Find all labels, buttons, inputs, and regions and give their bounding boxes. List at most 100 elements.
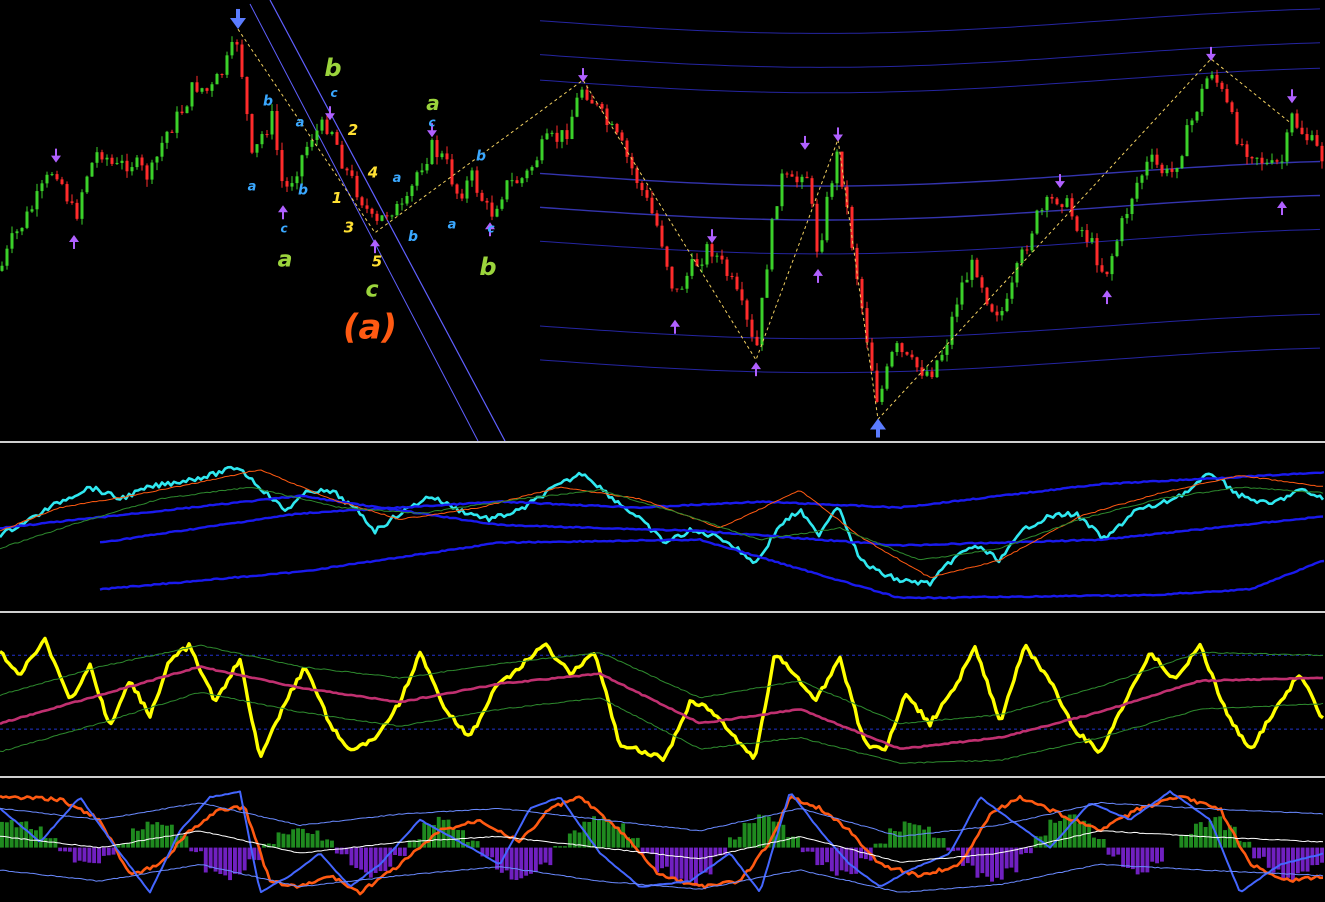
candle-body xyxy=(450,159,454,185)
candle-body xyxy=(225,55,229,75)
candle-body xyxy=(570,116,574,139)
candle-body xyxy=(360,197,364,206)
candle-body xyxy=(920,367,924,376)
envelope-band-line xyxy=(539,42,1321,68)
candle-body xyxy=(925,371,929,376)
histogram-bar xyxy=(1305,847,1310,872)
candle-body xyxy=(1240,143,1244,145)
candle-body xyxy=(585,89,589,100)
candle-body xyxy=(355,175,359,198)
candle-body xyxy=(1075,216,1079,231)
candle-body xyxy=(230,41,234,56)
histogram-bar xyxy=(897,831,902,848)
histogram-bar xyxy=(829,847,834,872)
histogram-bar xyxy=(228,847,232,881)
pane-separator[interactable] xyxy=(0,611,1325,613)
candle-body xyxy=(995,311,999,316)
histogram-bar xyxy=(485,847,490,857)
histogram-bar xyxy=(1155,847,1159,864)
histogram-bar xyxy=(1179,835,1184,848)
histogram-bar xyxy=(970,847,975,866)
candle-body xyxy=(510,180,514,182)
candle-body xyxy=(40,183,44,192)
candle-body xyxy=(130,167,134,172)
candle-body xyxy=(1035,210,1039,234)
candle-body xyxy=(1210,74,1214,79)
histogram-bar xyxy=(1130,847,1135,870)
candle-body xyxy=(890,352,894,367)
candle-body xyxy=(700,264,704,266)
candle-body xyxy=(45,174,49,184)
candle-body xyxy=(60,179,64,185)
candle-body xyxy=(85,176,89,193)
candle-body xyxy=(280,150,284,182)
candle-body xyxy=(1220,82,1224,89)
candle-body xyxy=(1205,78,1209,89)
envelope-band-line xyxy=(539,347,1321,374)
candle-body xyxy=(170,131,174,133)
histogram-bar xyxy=(77,847,82,861)
candle-body xyxy=(1290,113,1294,133)
candle-body xyxy=(55,174,59,180)
candle-body xyxy=(645,190,649,198)
histogram-bar xyxy=(4,822,9,848)
candle-body xyxy=(1060,204,1064,207)
histogram-bar xyxy=(912,824,917,848)
candle-body xyxy=(110,157,114,164)
candle-body xyxy=(750,319,754,337)
candle-body xyxy=(1270,160,1274,163)
candle-body xyxy=(960,282,964,305)
candle-body xyxy=(1115,241,1119,257)
candle-body xyxy=(250,114,254,153)
candle-body xyxy=(410,185,414,197)
histogram-bar xyxy=(237,847,242,875)
histogram-bar xyxy=(825,847,829,863)
candle-body xyxy=(290,183,294,187)
histogram-bar xyxy=(606,819,611,848)
envelope-band-line xyxy=(539,8,1321,34)
candle-body xyxy=(820,240,824,252)
histogram-bar xyxy=(150,824,155,848)
candle-body xyxy=(565,130,569,139)
wave-label: c xyxy=(365,277,378,302)
histogram-bar xyxy=(1223,830,1227,848)
histogram-bar xyxy=(160,824,165,848)
candle-body xyxy=(1230,102,1234,113)
candle-body xyxy=(80,192,84,219)
candle-body xyxy=(900,343,904,353)
candle-body xyxy=(165,131,169,143)
histogram-bar xyxy=(189,847,194,852)
histogram-bar xyxy=(509,847,514,880)
candle-body xyxy=(70,201,74,203)
candle-body xyxy=(675,288,679,290)
fractal-up-arrow-head xyxy=(1277,201,1287,209)
histogram-bar xyxy=(48,838,53,848)
pane-separator[interactable] xyxy=(0,441,1325,443)
histogram-bar xyxy=(349,847,354,866)
histogram-bar xyxy=(815,847,820,866)
histogram-bar xyxy=(82,847,87,862)
candle-body xyxy=(75,202,79,219)
candle-body xyxy=(860,279,864,309)
candle-body xyxy=(215,73,219,85)
candle-body xyxy=(370,208,374,214)
candle-body xyxy=(845,186,849,207)
pane-separator[interactable] xyxy=(0,776,1325,778)
histogram-bar xyxy=(757,814,761,848)
histogram-bar xyxy=(0,821,4,848)
candle-body xyxy=(1120,218,1124,242)
candle-body xyxy=(970,259,974,280)
histogram-bar xyxy=(92,847,97,864)
histogram-bar xyxy=(364,847,368,873)
candle-body xyxy=(405,196,409,204)
zigzag-line xyxy=(237,28,1291,421)
candle-body xyxy=(680,288,684,290)
candle-body xyxy=(135,157,139,168)
candle-body xyxy=(1160,164,1164,174)
histogram-bar xyxy=(810,847,815,852)
indicator-series-line xyxy=(0,636,1325,762)
candle-body xyxy=(240,44,244,77)
candle-body xyxy=(105,157,109,160)
candle-body xyxy=(555,132,559,142)
candle-body xyxy=(1125,214,1129,219)
